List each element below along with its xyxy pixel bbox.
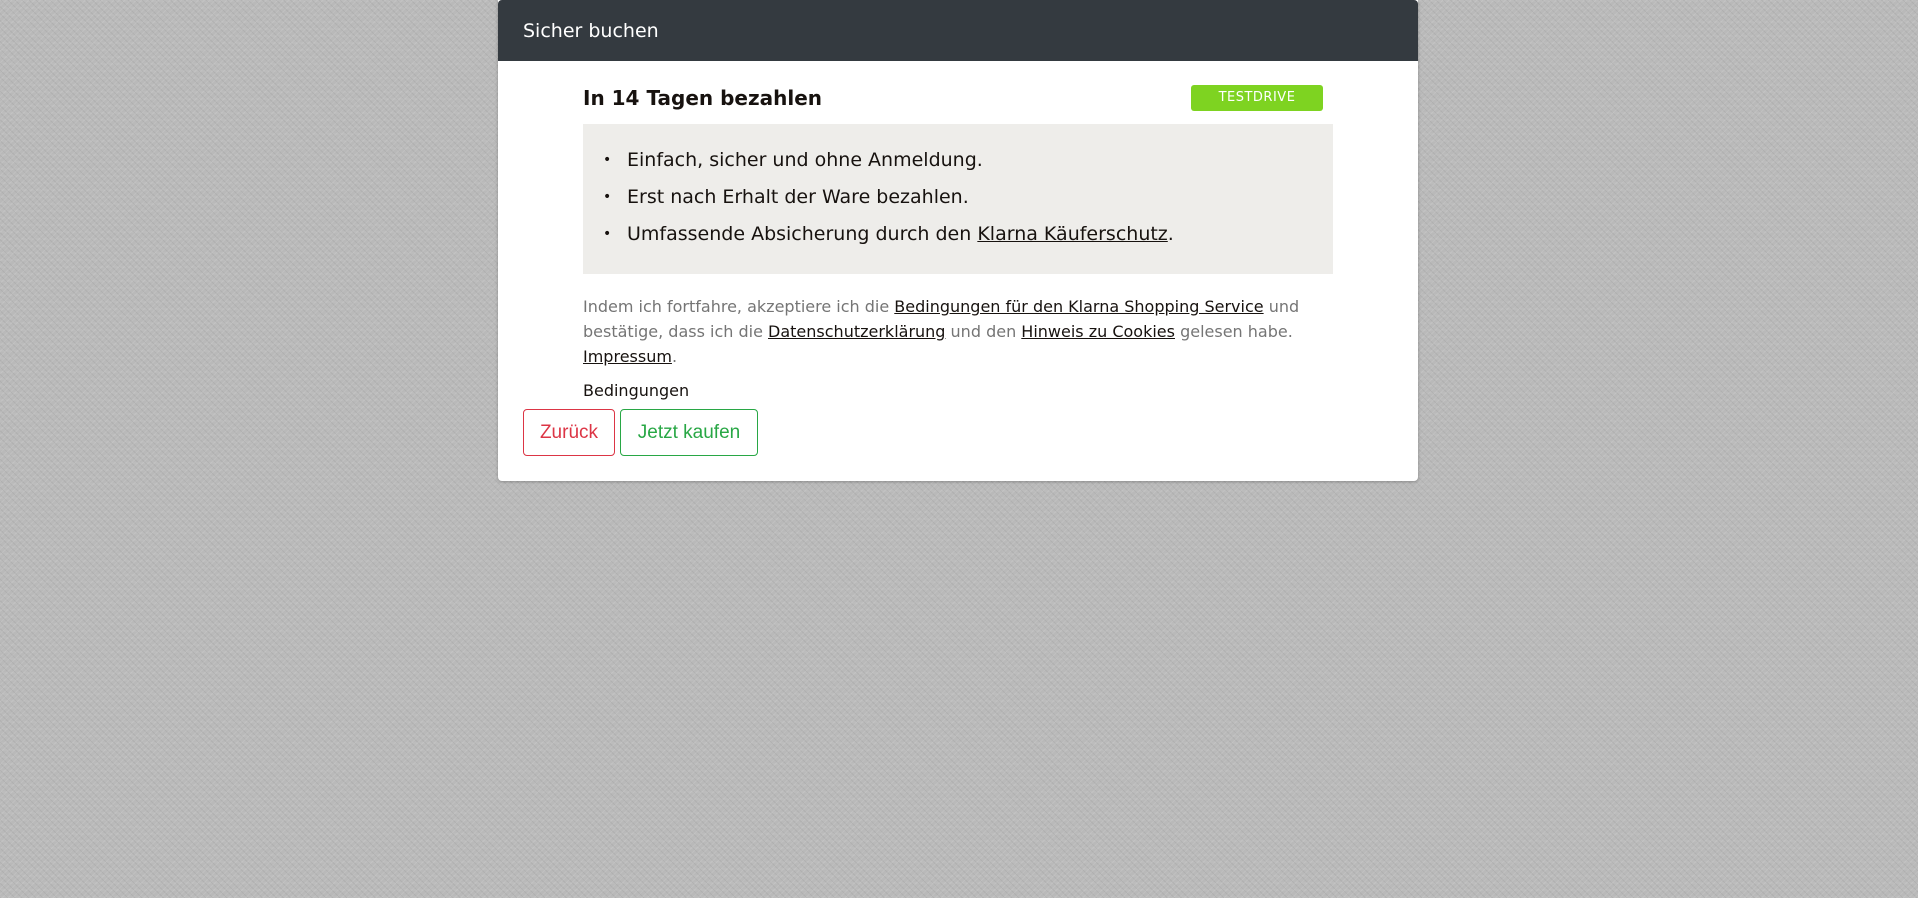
testdrive-badge: TESTDRIVE [1191, 85, 1323, 111]
buyer-protection-link[interactable]: Klarna Käuferschutz [977, 223, 1167, 245]
benefit-item: • Erst nach Erhalt der Ware bezahlen. [603, 179, 1313, 216]
benefit-item: • Einfach, sicher und ohne Anmeldung. [603, 142, 1313, 179]
benefits-list: • Einfach, sicher und ohne Anmeldung. • … [603, 142, 1313, 253]
action-buttons: Zurück Jetzt kaufen [523, 409, 758, 456]
modal-header: Sicher buchen [498, 0, 1418, 61]
legal-text: Indem ich fortfahre, akzeptiere ich die … [583, 297, 1300, 366]
benefit-item: • Umfassende Absicherung durch den Klarn… [603, 216, 1313, 253]
bullet-icon: • [603, 152, 612, 168]
booking-modal: Sicher buchen In 14 Tagen bezahlen TESTD… [498, 0, 1418, 481]
bullet-icon: • [603, 189, 612, 205]
payment-method-row[interactable]: In 14 Tagen bezahlen TESTDRIVE [583, 84, 1333, 112]
back-button[interactable]: Zurück [523, 409, 615, 456]
klarna-payment-widget: In 14 Tagen bezahlen TESTDRIVE • Einfach… [583, 84, 1333, 400]
privacy-policy-link[interactable]: Datenschutzerklärung [768, 322, 945, 341]
bullet-icon: • [603, 226, 612, 242]
benefits-box: • Einfach, sicher und ohne Anmeldung. • … [583, 124, 1333, 274]
buy-now-button[interactable]: Jetzt kaufen [620, 409, 758, 456]
imprint-link[interactable]: Impressum [583, 347, 672, 366]
shopping-service-terms-link[interactable]: Bedingungen für den Klarna Shopping Serv… [894, 297, 1263, 316]
payment-method-title: In 14 Tagen bezahlen [583, 86, 822, 110]
modal-title: Sicher buchen [523, 19, 659, 42]
cookie-notice-link[interactable]: Hinweis zu Cookies [1021, 322, 1175, 341]
terms-label: Bedingungen [583, 381, 690, 400]
